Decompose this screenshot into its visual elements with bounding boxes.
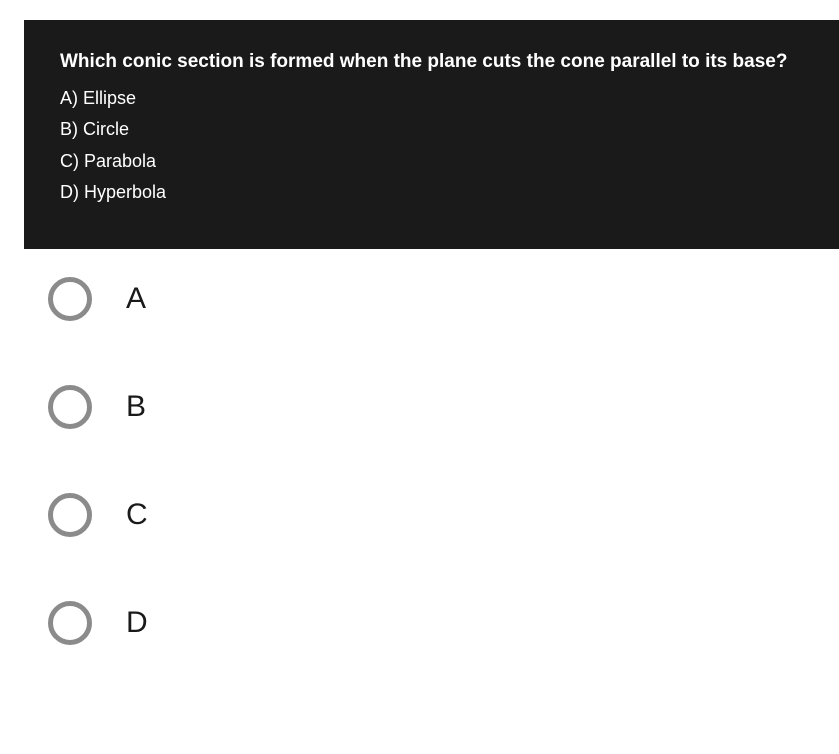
- question-choice-a: A) Ellipse: [60, 83, 811, 115]
- answer-option-c[interactable]: C: [48, 493, 839, 537]
- question-prompt: Which conic section is formed when the p…: [60, 48, 811, 77]
- question-choice-b: B) Circle: [60, 114, 811, 146]
- radio-icon: [48, 601, 92, 645]
- answer-label-d: D: [126, 608, 148, 638]
- question-choice-c: C) Parabola: [60, 146, 811, 178]
- question-choice-d: D) Hyperbola: [60, 177, 811, 209]
- answer-option-d[interactable]: D: [48, 601, 839, 645]
- radio-icon: [48, 493, 92, 537]
- answer-option-a[interactable]: A: [48, 277, 839, 321]
- answer-label-b: B: [126, 392, 146, 422]
- radio-icon: [48, 277, 92, 321]
- answer-label-a: A: [126, 284, 146, 314]
- question-panel: Which conic section is formed when the p…: [24, 20, 839, 249]
- answer-option-b[interactable]: B: [48, 385, 839, 429]
- radio-icon: [48, 385, 92, 429]
- answer-options: A B C D: [0, 249, 839, 645]
- answer-label-c: C: [126, 500, 148, 530]
